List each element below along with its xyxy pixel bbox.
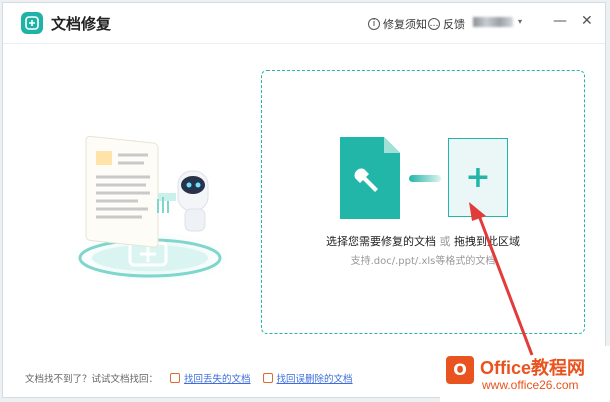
- app-logo-icon: [21, 12, 43, 34]
- office26-watermark: O Office教程网 www.office26.com: [440, 346, 610, 402]
- caret-down-icon[interactable]: ▾: [518, 17, 522, 26]
- connector-bar: [409, 175, 441, 182]
- recover-lost-link[interactable]: 找回丢失的文档: [184, 371, 251, 385]
- document-search-icon: [170, 373, 181, 383]
- help-link[interactable]: i 修复须知: [368, 16, 427, 32]
- document-robot-illustration: [58, 93, 248, 293]
- watermark-name: Office教程网: [480, 358, 586, 378]
- drop-instruction: 选择您需要修复的文档 或 拖拽到此区域: [262, 233, 584, 249]
- info-icon: i: [368, 18, 380, 30]
- feedback-label: 反馈: [443, 18, 465, 31]
- minimize-button[interactable]: —: [553, 13, 567, 29]
- document-restore-icon: [262, 373, 273, 383]
- recover-deleted-link[interactable]: 找回误删除的文档: [277, 371, 353, 385]
- select-file-link[interactable]: 选择您需要修复的文档: [326, 235, 436, 248]
- plus-icon: +: [465, 160, 491, 195]
- footer-recovery: 文档找不到了？试试文档找回： 找回丢失的文档 找回误删除的文档: [25, 371, 353, 385]
- app-window: 文档修复 i 修复须知 … 反馈 ▾ — ✕ + 选择您需要修复的文档 或 拖拽…: [2, 2, 606, 398]
- chat-bubble-icon: …: [428, 18, 440, 30]
- help-label: 修复须知: [383, 18, 427, 31]
- feedback-link[interactable]: … 反馈: [428, 16, 465, 32]
- watermark-url: www.office26.com: [482, 378, 579, 392]
- user-account-blurred[interactable]: [473, 17, 513, 27]
- close-button[interactable]: ✕: [581, 13, 593, 29]
- office-logo-icon: O: [446, 356, 474, 384]
- supported-formats: 支持.doc/.ppt/.xls等格式的文档: [350, 256, 496, 267]
- file-drop-zone[interactable]: + 选择您需要修复的文档 或 拖拽到此区域 支持.doc/.ppt/.xls等格…: [261, 70, 585, 334]
- or-text: 或: [439, 235, 451, 248]
- drag-hint: 拖拽到此区域: [454, 235, 520, 248]
- document-repair-icon: [340, 137, 400, 219]
- recovery-prompt: 文档找不到了？试试文档找回：: [25, 374, 159, 385]
- app-title: 文档修复: [51, 15, 112, 33]
- add-file-button[interactable]: +: [448, 138, 508, 217]
- title-bar: 文档修复 i 修复须知 … 反馈 ▾ — ✕: [3, 3, 605, 44]
